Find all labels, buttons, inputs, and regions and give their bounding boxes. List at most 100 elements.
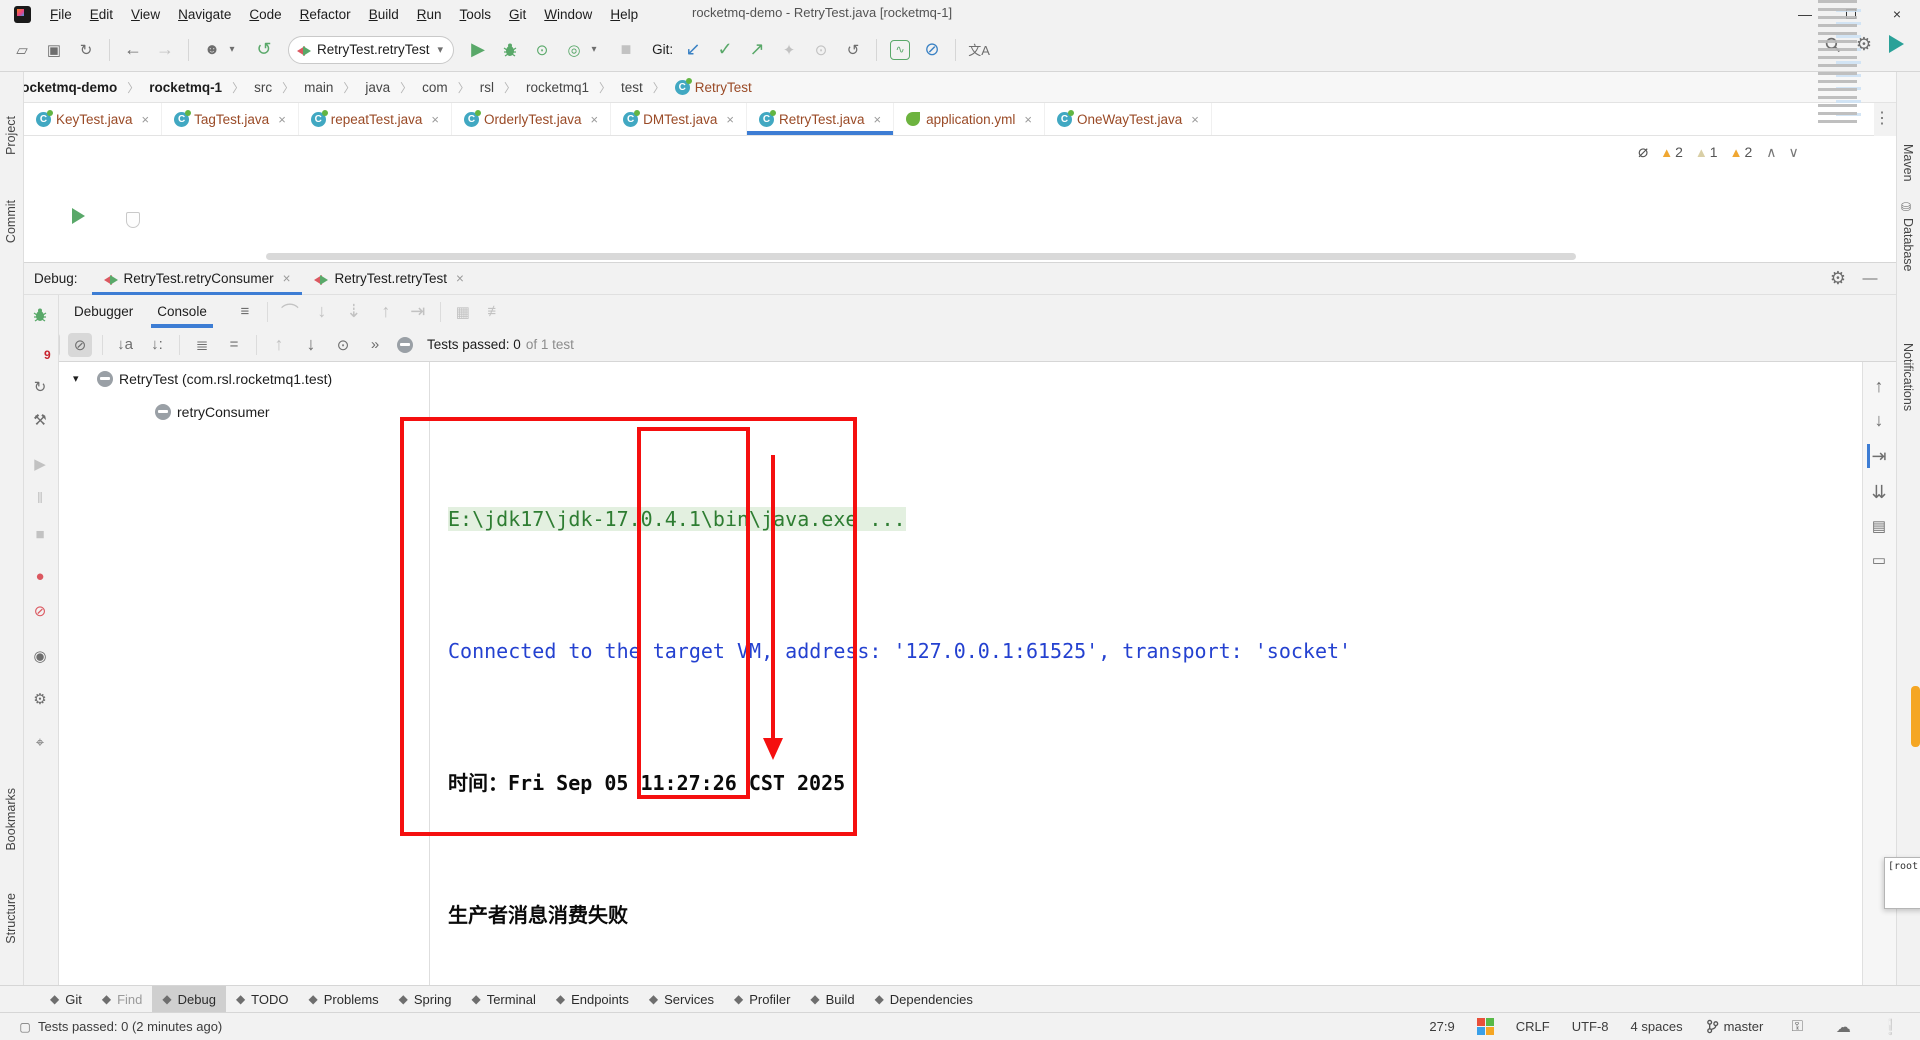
menu-item[interactable]: Navigate bbox=[169, 7, 240, 22]
close-tab-icon[interactable]: × bbox=[431, 112, 439, 127]
minimap[interactable] bbox=[1816, 0, 1872, 126]
slash-circle-icon[interactable]: ⊘ bbox=[920, 38, 944, 62]
save-all-icon[interactable]: ▣ bbox=[42, 38, 66, 62]
debug-session-tab[interactable]: RetryTest.retryConsumer × bbox=[91, 262, 303, 296]
menu-item[interactable]: View bbox=[122, 7, 169, 22]
editor-tab[interactable]: application.yml × bbox=[894, 103, 1045, 135]
close-tab-icon[interactable]: × bbox=[1191, 112, 1199, 127]
debug-tool-icon[interactable] bbox=[28, 303, 52, 327]
menu-item[interactable]: Run bbox=[408, 7, 451, 22]
debugger-settings-wrench-icon[interactable]: ⚒ bbox=[28, 408, 52, 432]
fold-marker-icon[interactable] bbox=[126, 212, 140, 228]
close-session-icon[interactable]: × bbox=[456, 271, 464, 286]
menu-item[interactable]: Window bbox=[535, 7, 601, 22]
debug-view-tab[interactable]: Debugger bbox=[62, 295, 145, 328]
debug-view-tab[interactable]: Console bbox=[145, 295, 219, 328]
debug-console[interactable]: E:\jdk17\jdk-17.0.4.1\bin\java.exe ... C… bbox=[430, 362, 1862, 985]
tool-window-button[interactable]: ◆ Build bbox=[800, 986, 864, 1013]
tool-window-button[interactable]: ◆ TODO bbox=[226, 986, 299, 1013]
breadcrumb-item[interactable]: java bbox=[363, 80, 392, 95]
debug-button[interactable] bbox=[498, 38, 522, 62]
tool-window-button[interactable]: ◆ Dependencies bbox=[865, 986, 983, 1013]
run-test-gutter-icon[interactable] bbox=[72, 208, 85, 224]
scroll-up-icon[interactable]: ↑ bbox=[1867, 374, 1891, 398]
run-button[interactable]: ▶ bbox=[466, 38, 490, 62]
collapse-all-icon[interactable]: = bbox=[222, 333, 246, 357]
more-actions-icon[interactable]: » bbox=[363, 333, 387, 357]
run-anything-icon[interactable] bbox=[1884, 32, 1908, 56]
pin-tab-icon[interactable]: ⌖ bbox=[28, 730, 52, 754]
translate-icon[interactable]: 文A bbox=[967, 38, 991, 62]
layout-menu-icon[interactable]: ≡ bbox=[233, 300, 257, 324]
editor-tab[interactable]: C KeyTest.java × bbox=[24, 103, 163, 135]
sidebar-item-maven[interactable]: Maven bbox=[1901, 144, 1915, 182]
prev-problem-icon[interactable]: ∧ bbox=[1766, 144, 1776, 161]
line-ending-selector[interactable]: CRLF bbox=[1516, 1019, 1550, 1034]
sidebar-item-bookmarks[interactable]: Bookmarks bbox=[4, 788, 18, 851]
close-session-icon[interactable]: × bbox=[283, 271, 291, 286]
vcs-update-icon[interactable]: ↙ bbox=[681, 38, 705, 62]
tool-window-button[interactable]: ◆ Find bbox=[92, 986, 153, 1013]
expand-all-icon[interactable]: ≣ bbox=[190, 333, 214, 357]
sort-alphabetically-icon[interactable]: ↓a bbox=[113, 333, 137, 357]
sidebar-item-structure[interactable]: Structure bbox=[4, 893, 18, 944]
inspections-widget[interactable]: ⌀ ▲ 2 ▲ 1 ▲ 2 ∧ ∨ bbox=[1638, 142, 1799, 162]
lock-icon[interactable]: ⚿ bbox=[1789, 1015, 1805, 1039]
tool-window-button[interactable]: ◆ Problems bbox=[299, 986, 389, 1013]
hide-panel-icon[interactable]: — bbox=[1858, 266, 1882, 290]
color-squares-icon[interactable] bbox=[1476, 1018, 1494, 1035]
scroll-down-icon[interactable]: ↓ bbox=[1867, 408, 1891, 432]
close-tab-icon[interactable]: × bbox=[726, 112, 734, 127]
breadcrumb-item[interactable]: com bbox=[420, 80, 450, 95]
highlighting-off-icon[interactable]: ⌀ bbox=[1638, 142, 1648, 162]
open-icon[interactable]: ▱ bbox=[10, 38, 34, 62]
editor-tab[interactable]: C RetryTest.java × bbox=[746, 103, 895, 135]
tests-summary-status[interactable]: Tests passed: 0 (2 minutes ago) bbox=[38, 1019, 222, 1034]
breadcrumb-item[interactable]: rsl bbox=[478, 80, 496, 95]
breadcrumb-item[interactable]: C RetryTest bbox=[673, 77, 754, 95]
next-problem-icon[interactable]: ∨ bbox=[1789, 144, 1799, 161]
editor-tab[interactable]: C OrderlyTest.java × bbox=[452, 103, 612, 135]
close-tab-icon[interactable]: × bbox=[142, 112, 150, 127]
back-icon[interactable]: ← bbox=[121, 38, 145, 62]
page-down-icon[interactable]: ⇊ bbox=[1867, 480, 1891, 504]
close-tab-icon[interactable]: × bbox=[1024, 112, 1032, 127]
coverage-caret-icon[interactable]: ▾ bbox=[582, 38, 606, 62]
breadcrumb-item[interactable]: main bbox=[302, 80, 335, 95]
indent-selector[interactable]: 4 spaces bbox=[1631, 1019, 1683, 1034]
editor-hscrollbar[interactable] bbox=[266, 253, 1576, 260]
tool-window-button[interactable]: ◆ Profiler bbox=[724, 986, 800, 1013]
thread-dump-camera-icon[interactable]: ◉ bbox=[28, 644, 52, 668]
maven-reload-icon[interactable]: ↺ bbox=[252, 38, 276, 62]
editor-tab[interactable]: C OneWayTest.java × bbox=[1045, 103, 1212, 135]
tool-window-button[interactable]: ◆ Terminal bbox=[461, 986, 545, 1013]
sort-by-duration-icon[interactable]: ↓: bbox=[145, 333, 169, 357]
test-history-icon[interactable]: ⊙ bbox=[331, 333, 355, 357]
git-branch-widget[interactable]: master bbox=[1705, 1019, 1763, 1034]
close-tab-icon[interactable]: × bbox=[873, 112, 881, 127]
test-tree-row[interactable]: retryConsumer bbox=[59, 395, 429, 428]
view-breakpoints-icon[interactable]: ● bbox=[28, 564, 52, 588]
code-with-me-icon[interactable]: ∿ bbox=[888, 38, 912, 62]
profile-button[interactable]: ⊙ bbox=[530, 38, 554, 62]
show-ignored-icon[interactable]: ⊘ bbox=[68, 332, 92, 357]
sidebar-item-database[interactable]: Database bbox=[1901, 218, 1915, 272]
debug-settings-gear-icon[interactable]: ⚙ bbox=[1826, 266, 1850, 290]
test-tree-row[interactable]: ▾ RetryTest (com.rsl.rocketmq1.test) bbox=[59, 362, 429, 395]
editor-tab[interactable]: C TagTest.java × bbox=[162, 103, 299, 135]
next-test-icon[interactable]: ↓ bbox=[299, 333, 323, 357]
rollback-icon[interactable]: ↺ bbox=[841, 38, 865, 62]
menu-item[interactable]: Code bbox=[240, 7, 290, 22]
sidebar-item-commit[interactable]: Commit bbox=[4, 200, 18, 243]
close-button[interactable]: × bbox=[1874, 0, 1920, 28]
menu-item[interactable]: Refactor bbox=[291, 7, 360, 22]
test-tree[interactable]: ▾ RetryTest (com.rsl.rocketmq1.test) ret… bbox=[59, 362, 430, 985]
vcs-history-icon[interactable]: ⊙ bbox=[809, 38, 833, 62]
sidebar-item-notifications[interactable]: Notifications bbox=[1901, 343, 1915, 411]
chevron-down-icon[interactable]: ▾ bbox=[73, 372, 91, 385]
scroll-to-end-icon[interactable]: ⇥ bbox=[1867, 444, 1891, 468]
layout-gear-icon[interactable]: ⚙ bbox=[28, 687, 52, 711]
clear-console-icon[interactable]: ▭ bbox=[1867, 548, 1891, 572]
breadcrumb-item[interactable]: rocketmq-demo bbox=[14, 80, 119, 95]
notifications-bell-icon[interactable]: ❕ bbox=[1881, 1015, 1900, 1039]
